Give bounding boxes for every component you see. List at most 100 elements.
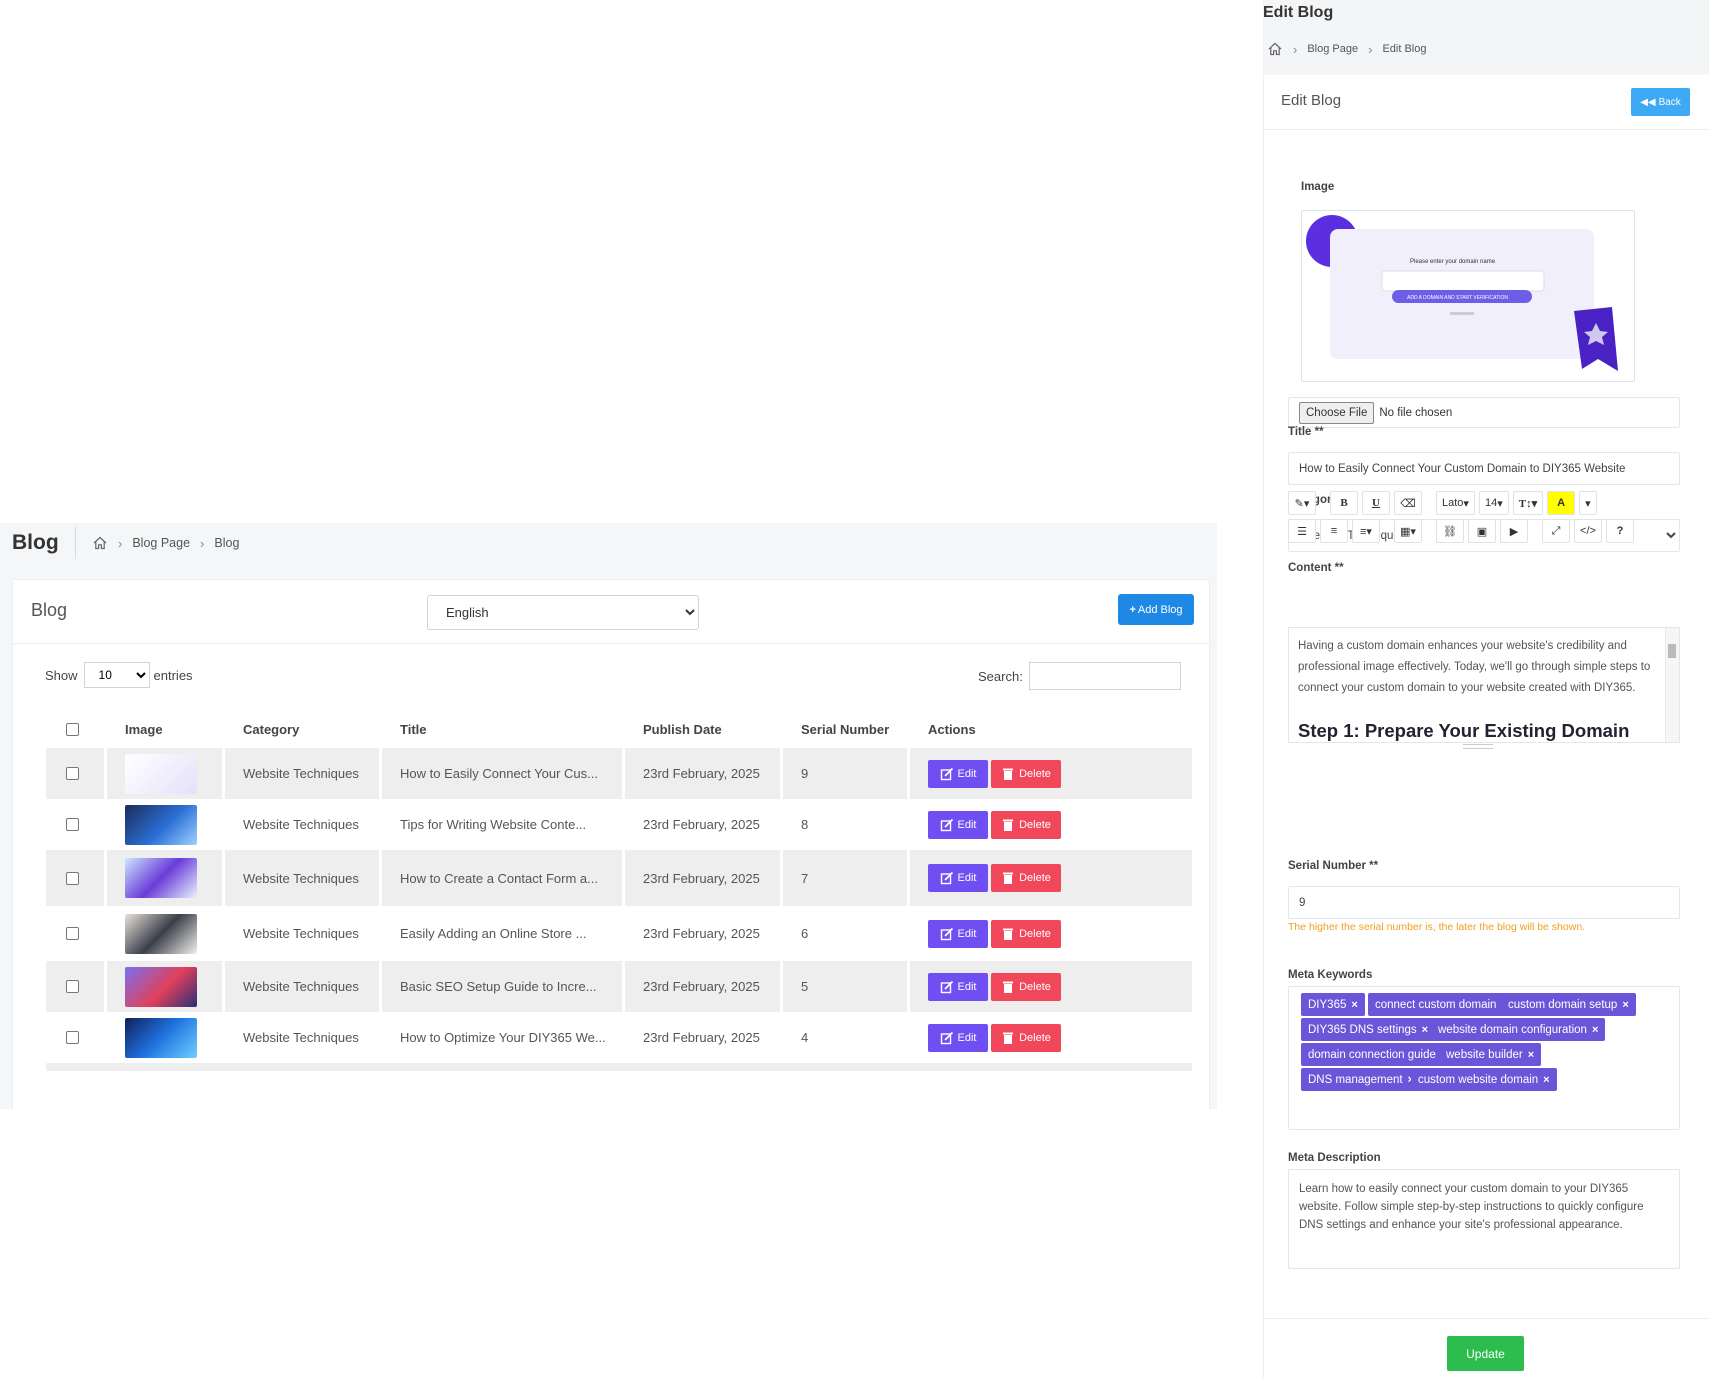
- table-row: Website Techniques How to Easily Connect …: [46, 748, 1192, 799]
- file-input[interactable]: Choose File No file chosen: [1288, 397, 1680, 428]
- edit-button[interactable]: Edit: [928, 810, 988, 839]
- delete-button[interactable]: Delete: [991, 864, 1061, 892]
- remove-tag-icon[interactable]: ×: [1543, 1074, 1549, 1086]
- table-icon[interactable]: ▦▾: [1394, 519, 1422, 543]
- header-publish-date[interactable]: Publish Date: [643, 710, 722, 748]
- underline-icon[interactable]: U: [1362, 491, 1390, 515]
- remove-tag-icon[interactable]: ×: [1422, 1024, 1428, 1036]
- table-row: Website Techniques How to Create a Contac…: [46, 850, 1192, 906]
- row-serial-number: 7: [801, 870, 809, 886]
- magic-style-icon[interactable]: ✎▾: [1288, 491, 1316, 515]
- serial-number-input[interactable]: 9: [1288, 886, 1680, 919]
- delete-button[interactable]: Delete: [991, 810, 1061, 839]
- column-divider: [907, 961, 910, 1012]
- toolbar-row-1: ✎▾ B U ⌫ Lato ▾ 14 ▾ T↕▾ A ▾: [1288, 491, 1597, 515]
- eraser-icon[interactable]: ⌫: [1394, 491, 1422, 515]
- row-checkbox[interactable]: [66, 1031, 79, 1044]
- row-category: Website Techniques: [243, 926, 359, 941]
- font-family-dropdown[interactable]: Lato ▾: [1436, 491, 1475, 515]
- code-view-icon[interactable]: </>: [1574, 519, 1602, 543]
- help-icon[interactable]: ?: [1606, 519, 1634, 543]
- breadcrumb-blog-page[interactable]: Blog Page: [1307, 43, 1358, 55]
- header-divider: [75, 527, 76, 559]
- keyword-tag: DNS management×: [1301, 1068, 1422, 1091]
- breadcrumb-blog-page[interactable]: Blog Page: [132, 536, 190, 550]
- show-label: Show: [45, 667, 78, 683]
- link-icon[interactable]: ⛓: [1436, 519, 1464, 543]
- keyword-text: website builder: [1446, 1048, 1523, 1061]
- remove-tag-icon[interactable]: ×: [1351, 999, 1357, 1011]
- delete-button[interactable]: Delete: [991, 1023, 1061, 1052]
- row-publish-date: 23rd February, 2025: [643, 926, 760, 941]
- trash-icon: [1003, 981, 1014, 993]
- row-checkbox[interactable]: [66, 927, 79, 940]
- column-divider: [104, 961, 107, 1012]
- column-divider: [222, 1012, 225, 1063]
- row-checkbox[interactable]: [66, 767, 79, 780]
- text-height-icon[interactable]: T↕▾: [1512, 491, 1544, 515]
- blog-list-panel: Blog › Blog Page › Blog Blog English + A…: [0, 523, 1217, 1109]
- edit-button[interactable]: Edit: [928, 919, 988, 948]
- image-icon[interactable]: ▣: [1468, 519, 1496, 543]
- edit-icon: [940, 767, 953, 780]
- update-button[interactable]: Update: [1447, 1336, 1524, 1371]
- delete-button[interactable]: Delete: [991, 972, 1061, 1001]
- language-select[interactable]: English: [427, 595, 699, 630]
- row-serial-number: 9: [801, 766, 809, 781]
- scrollbar-thumb[interactable]: [1668, 644, 1676, 658]
- title-input[interactable]: How to Easily Connect Your Custom Domain…: [1288, 452, 1680, 485]
- header-title[interactable]: Title: [400, 710, 427, 748]
- align-icon[interactable]: ≡▾: [1352, 519, 1380, 543]
- serial-hint: The higher the serial number is, the lat…: [1288, 921, 1586, 933]
- edit-button[interactable]: Edit: [928, 1023, 988, 1052]
- delete-button[interactable]: Delete: [991, 919, 1061, 948]
- row-title: How to Optimize Your DIY365 We...: [400, 1030, 606, 1045]
- header-serial-number[interactable]: Serial Number: [801, 710, 889, 748]
- row-checkbox[interactable]: [66, 818, 79, 831]
- row-image-cell: [125, 850, 197, 906]
- keyword-tag: custom domain setup ×: [1501, 993, 1636, 1016]
- remove-tag-icon[interactable]: ×: [1528, 1049, 1534, 1061]
- column-divider: [780, 748, 783, 799]
- edit-button[interactable]: Edit: [928, 864, 988, 892]
- delete-button[interactable]: Delete: [991, 759, 1061, 788]
- fullscreen-icon[interactable]: ⤢: [1542, 519, 1570, 543]
- remove-tag-icon[interactable]: ×: [1622, 999, 1628, 1011]
- card-header: Edit Blog ◀◀ Back: [1264, 75, 1709, 130]
- add-blog-button[interactable]: + Add Blog: [1118, 594, 1194, 625]
- meta-description-label: Meta Description: [1288, 1152, 1381, 1164]
- edit-button[interactable]: Edit: [928, 759, 988, 788]
- column-divider: [907, 799, 910, 850]
- column-divider: [622, 1012, 625, 1063]
- home-icon[interactable]: [92, 535, 108, 551]
- search-input[interactable]: [1028, 662, 1181, 690]
- header-category[interactable]: Category: [243, 710, 299, 748]
- editor-scrollbar[interactable]: [1665, 628, 1679, 742]
- editor-resize-handle[interactable]: [1463, 744, 1493, 749]
- row-serial-number: 8: [801, 817, 809, 832]
- choose-file-button[interactable]: Choose File: [1299, 401, 1375, 424]
- meta-description-textarea[interactable]: Learn how to easily connect your custom …: [1288, 1169, 1680, 1269]
- font-size-dropdown[interactable]: 14 ▾: [1478, 491, 1509, 515]
- search-area: Search:: [978, 662, 1181, 690]
- row-checkbox[interactable]: [66, 871, 79, 885]
- color-dropdown-icon[interactable]: ▾: [1579, 491, 1597, 515]
- table-row: Website Techniques Easily Adding an Onlin…: [46, 906, 1192, 961]
- highlight-color-icon[interactable]: A: [1547, 491, 1576, 515]
- remove-tag-icon[interactable]: ×: [1592, 1024, 1598, 1036]
- video-icon[interactable]: ▶: [1500, 519, 1528, 543]
- home-icon[interactable]: [1267, 41, 1283, 57]
- header-image[interactable]: Image: [125, 710, 163, 748]
- numbered-list-icon[interactable]: ≡: [1320, 519, 1348, 543]
- bold-icon[interactable]: B: [1330, 491, 1358, 515]
- entries-select[interactable]: 10: [83, 662, 150, 688]
- select-all-checkbox[interactable]: [66, 722, 79, 736]
- domain-illustration: Please enter your domain name ADD A DOMA…: [1306, 215, 1618, 371]
- meta-keywords-input[interactable]: DIY365×connect custom domain×custom doma…: [1288, 986, 1680, 1130]
- row-checkbox[interactable]: [66, 980, 79, 993]
- back-button[interactable]: ◀◀ Back: [1631, 88, 1690, 116]
- editor-body[interactable]: Having a custom domain enhances your web…: [1288, 627, 1680, 743]
- blog-header: Blog › Blog Page › Blog: [0, 523, 1217, 564]
- bullet-list-icon[interactable]: ☰: [1288, 519, 1316, 543]
- edit-button[interactable]: Edit: [928, 972, 988, 1001]
